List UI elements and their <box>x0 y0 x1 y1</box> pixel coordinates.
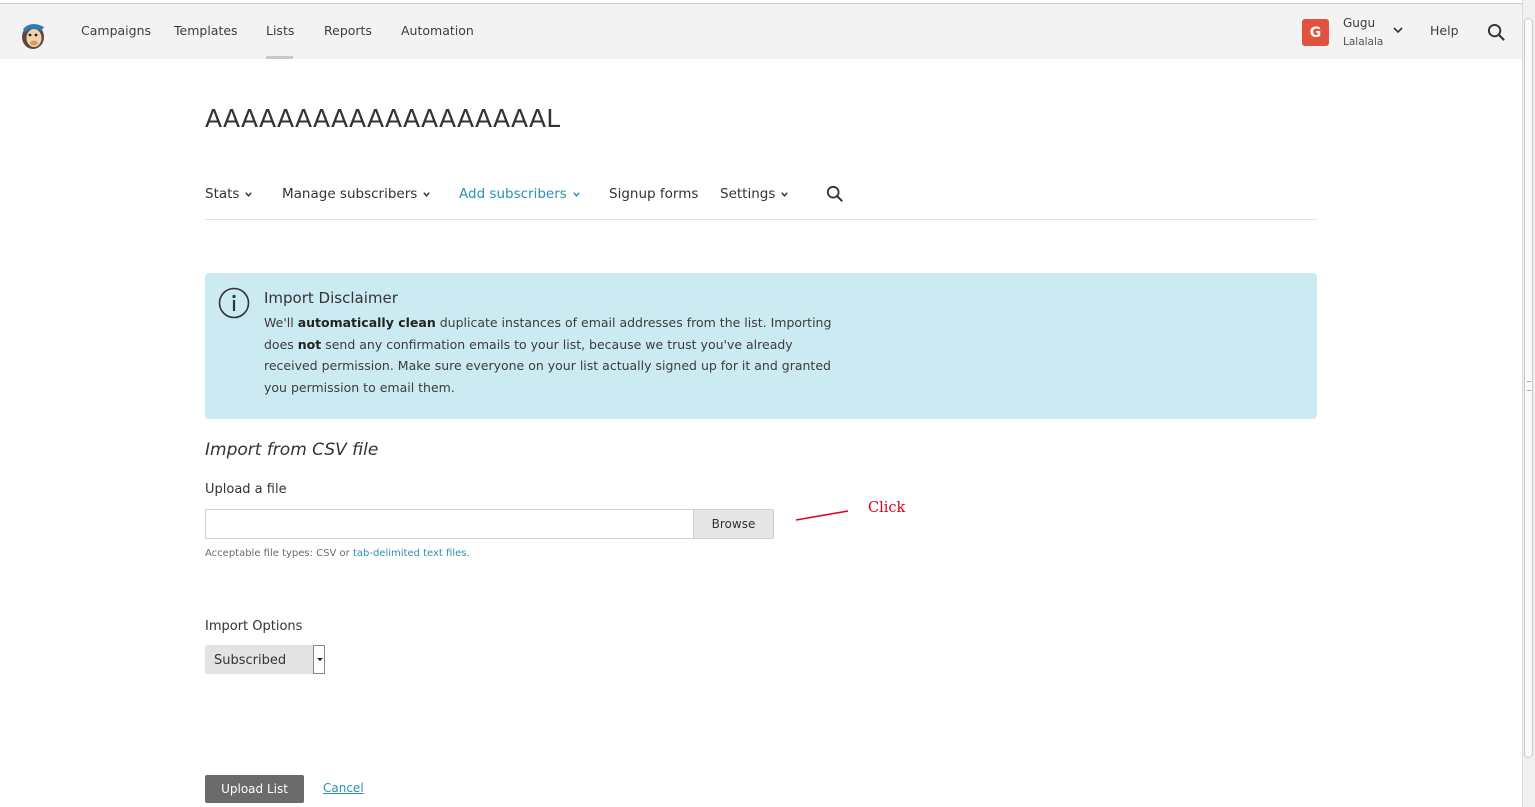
import-csv-heading: Import from CSV file <box>205 440 379 460</box>
chevron-down-icon <box>573 191 580 197</box>
subnav-manage-subscribers[interactable]: Manage subscribers <box>282 186 431 202</box>
import-options-select[interactable]: Subscribed <box>205 645 325 674</box>
file-types-help: Acceptable file types: CSV or tab-delimi… <box>205 548 470 559</box>
nav-lists[interactable]: Lists <box>266 23 294 38</box>
chevron-down-icon <box>781 191 789 197</box>
upload-list-button[interactable]: Upload List <box>205 775 304 803</box>
subnav-label: Stats <box>205 186 240 202</box>
upload-file-label: Upload a file <box>205 482 287 497</box>
browse-button[interactable]: Browse <box>693 510 773 538</box>
nav-campaigns[interactable]: Campaigns <box>81 23 151 38</box>
user-org: Lalalala <box>1343 36 1384 48</box>
import-disclaimer-banner: Import Disclaimer We'll automatically cl… <box>205 273 1317 419</box>
annotation-arrow-line <box>795 510 849 521</box>
subnav-label: Manage subscribers <box>282 186 418 202</box>
subnav-label: Signup forms <box>609 186 699 202</box>
search-icon[interactable] <box>826 185 844 203</box>
nav-automation[interactable]: Automation <box>401 23 474 38</box>
page-title: AAAAAAAAAAAAAAAAAAAL <box>205 104 561 133</box>
user-name[interactable]: Gugu <box>1343 16 1375 30</box>
subnav-settings[interactable]: Settings <box>720 186 789 202</box>
annotation-click-text: Click <box>868 500 906 516</box>
search-icon[interactable] <box>1487 23 1506 42</box>
nav-templates[interactable]: Templates <box>174 23 238 38</box>
cancel-link[interactable]: Cancel <box>323 781 364 795</box>
tab-delimited-link[interactable]: tab-delimited text files. <box>353 548 470 559</box>
avatar[interactable]: G <box>1302 19 1329 46</box>
top-navigation-bar: Campaigns Templates Lists Reports Automa… <box>0 3 1522 59</box>
disclaimer-title: Import Disclaimer <box>264 289 398 307</box>
mailchimp-logo-icon[interactable] <box>19 19 47 51</box>
help-link[interactable]: Help <box>1430 23 1459 38</box>
chevron-down-icon <box>245 191 253 197</box>
subnav-stats[interactable]: Stats <box>205 186 253 202</box>
disclaimer-bold: automatically clean <box>297 315 436 330</box>
subnav-divider <box>205 219 1317 220</box>
disclaimer-text-part: send any confirmation emails to your lis… <box>264 336 831 395</box>
nav-active-indicator <box>266 56 293 59</box>
file-types-text: Acceptable file types: CSV or <box>205 548 353 559</box>
select-value: Subscribed <box>214 653 287 668</box>
dropdown-arrow-icon[interactable] <box>313 645 325 674</box>
nav-reports[interactable]: Reports <box>324 23 372 38</box>
chevron-down-icon[interactable] <box>1392 24 1404 36</box>
scrollbar-grip <box>1527 381 1531 391</box>
disclaimer-bold: not <box>297 336 322 352</box>
subnav-label: Add subscribers <box>459 186 567 202</box>
disclaimer-text-part: We'll <box>264 315 298 330</box>
subnav-signup-forms[interactable]: Signup forms <box>609 186 698 202</box>
disclaimer-text: We'll automatically clean duplicate inst… <box>264 312 844 398</box>
subnav-label: Settings <box>720 186 776 202</box>
file-upload-input[interactable]: Browse <box>205 509 774 539</box>
info-icon <box>218 287 250 319</box>
chevron-down-icon <box>423 191 431 197</box>
subnav-add-subscribers[interactable]: Add subscribers <box>459 186 581 202</box>
import-options-label: Import Options <box>205 619 303 634</box>
